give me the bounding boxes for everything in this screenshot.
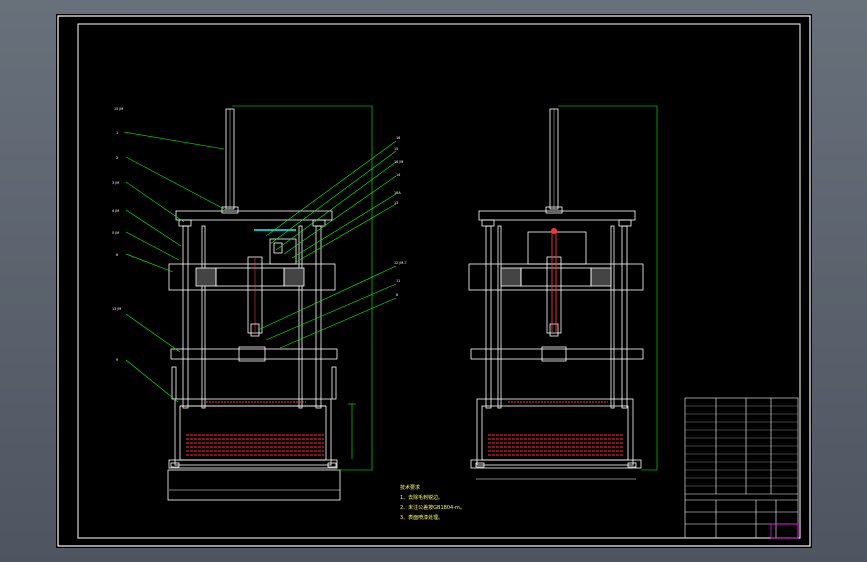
svg-text:9: 9 bbox=[116, 358, 118, 362]
svg-text:2: 2 bbox=[116, 156, 118, 160]
svg-text:1: 1 bbox=[116, 131, 118, 135]
leader-lines bbox=[123, 131, 397, 403]
title-block-rows bbox=[685, 405, 798, 487]
drawing-canvas: 15 JM 1 2 3 JM 4 JM 5 JM 6 13 JM 9 16 15… bbox=[57, 15, 811, 547]
svg-text:5 JM: 5 JM bbox=[112, 231, 119, 235]
svg-text:4 JM: 4 JM bbox=[112, 209, 119, 213]
title-block-highlight bbox=[770, 523, 799, 539]
front-view-hidden-lines bbox=[186, 401, 324, 456]
inner-border bbox=[77, 23, 801, 539]
note-line-1: 1、去除毛刺锐边。 bbox=[400, 495, 444, 501]
side-view-dimensions bbox=[476, 105, 658, 480]
svg-text:8: 8 bbox=[396, 293, 398, 297]
cad-viewport[interactable]: 15 JM 1 2 3 JM 4 JM 5 JM 6 13 JM 9 16 15… bbox=[0, 0, 867, 562]
svg-text:16 JM: 16 JM bbox=[394, 160, 403, 164]
svg-text:3 JM: 3 JM bbox=[112, 181, 119, 185]
svg-text:14: 14 bbox=[396, 173, 400, 177]
drawing-sheet[interactable]: 15 JM 1 2 3 JM 4 JM 5 JM 6 13 JM 9 16 15… bbox=[56, 14, 812, 548]
note-line-3: 3、表面喷漆处理。 bbox=[400, 515, 444, 521]
note-line-2: 2、未注公差按GB1804-m。 bbox=[400, 505, 465, 511]
svg-text:13 JM: 13 JM bbox=[112, 307, 121, 311]
side-view-hidden-lines bbox=[488, 228, 624, 456]
front-view-dimensions bbox=[169, 105, 373, 491]
svg-text:6: 6 bbox=[116, 253, 118, 257]
svg-text:16: 16 bbox=[396, 136, 400, 140]
svg-text:15 JM: 15 JM bbox=[114, 107, 123, 111]
svg-text:12 JM-7: 12 JM-7 bbox=[394, 261, 407, 265]
front-view bbox=[167, 108, 341, 501]
title-block bbox=[684, 397, 799, 539]
svg-text:13: 13 bbox=[394, 201, 398, 205]
svg-text:11: 11 bbox=[396, 279, 400, 283]
svg-text:15: 15 bbox=[394, 147, 398, 151]
svg-text:18A: 18A bbox=[394, 191, 401, 195]
notes-title: 技术要求 bbox=[400, 485, 421, 491]
